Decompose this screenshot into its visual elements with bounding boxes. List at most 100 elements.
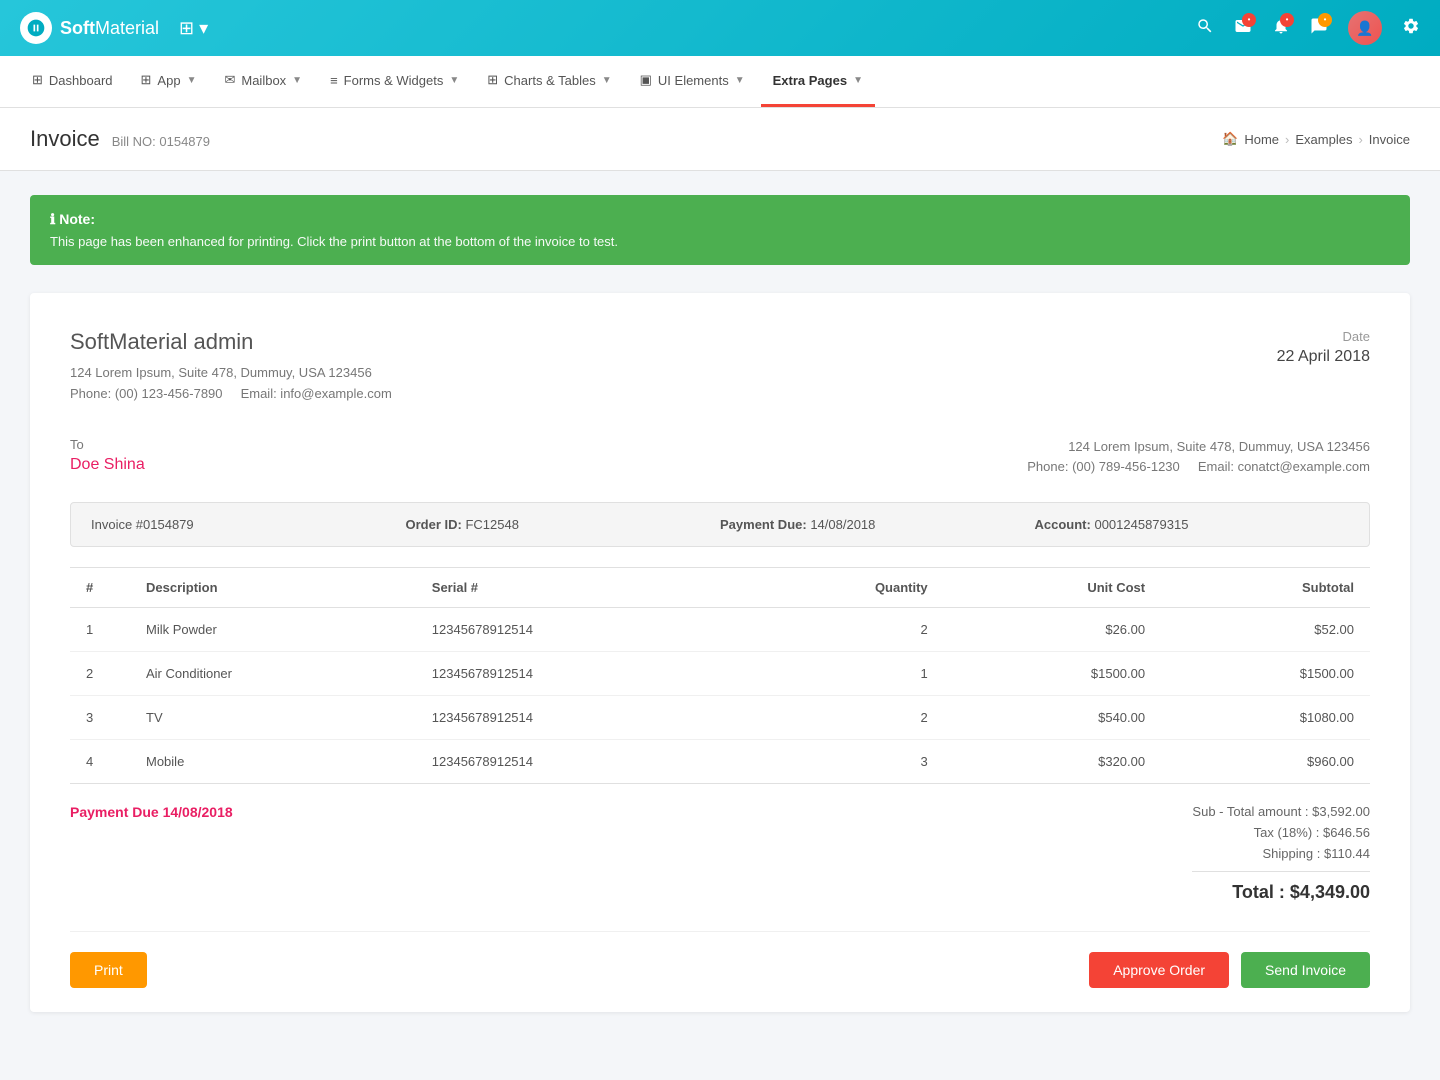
print-button[interactable]: Print <box>70 952 147 988</box>
shipping-label: Shipping : <box>1263 846 1321 861</box>
company-address: 124 Lorem Ipsum, Suite 478, Dummuy, USA … <box>70 363 392 384</box>
nav-ui-elements[interactable]: ▣ UI Elements ▼ <box>628 56 757 107</box>
bell-badge: • <box>1280 13 1294 27</box>
dashboard-icon: ⊞ <box>32 72 43 88</box>
tax-value: $646.56 <box>1323 825 1370 840</box>
totals-section: Sub - Total amount : $3,592.00 Tax (18%)… <box>1192 804 1370 903</box>
nav-app[interactable]: ⊞ App ▼ <box>129 56 209 107</box>
page-content: ℹ Note: This page has been enhanced for … <box>0 171 1440 1036</box>
to-address-info: 124 Lorem Ipsum, Suite 478, Dummuy, USA … <box>1027 437 1370 479</box>
tax-row: Tax (18%) : $646.56 <box>1192 825 1370 840</box>
table-row: 3 TV 12345678912514 2 $540.00 $1080.00 <box>70 696 1370 740</box>
to-email: Email: conatct@example.com <box>1198 459 1370 474</box>
forms-dropdown-arrow: ▼ <box>449 75 459 86</box>
invoice-number-field: Invoice #0154879 <box>91 517 406 532</box>
breadcrumb-invoice: Invoice <box>1369 132 1410 147</box>
page-title: Invoice <box>30 126 100 152</box>
invoice-card: SoftMaterial admin 124 Lorem Ipsum, Suit… <box>30 293 1410 1012</box>
forms-icon: ≡ <box>330 73 338 88</box>
right-buttons: Approve Order Send Invoice <box>1089 952 1370 988</box>
nav-forms-widgets[interactable]: ≡ Forms & Widgets ▼ <box>318 56 471 107</box>
cell-qty: 2 <box>738 696 943 740</box>
menu-navigation: ⊞ Dashboard ⊞ App ▼ ✉ Mailbox ▼ ≡ Forms … <box>0 56 1440 108</box>
company-info: SoftMaterial admin 124 Lorem Ipsum, Suit… <box>70 329 392 405</box>
to-label: To <box>70 437 145 452</box>
total-label: Total : <box>1232 882 1285 902</box>
ui-icon: ▣ <box>640 72 652 88</box>
apps-grid-icon[interactable]: ⊞ ▾ <box>179 18 208 39</box>
app-icon: ⊞ <box>141 72 152 88</box>
top-navigation: SoftMaterial ⊞ ▾ • • • 👤 <box>0 0 1440 56</box>
notification-button[interactable]: • <box>1272 17 1290 40</box>
page-subtitle: Bill NO: 0154879 <box>112 134 210 149</box>
user-avatar[interactable]: 👤 <box>1348 11 1382 45</box>
breadcrumb-examples[interactable]: Examples <box>1295 132 1352 147</box>
cell-serial: 12345678912514 <box>416 608 739 652</box>
search-button[interactable] <box>1196 17 1214 40</box>
invoice-number-label: Invoice #0154879 <box>91 517 194 532</box>
cell-cost: $26.00 <box>944 608 1161 652</box>
nav-charts-tables[interactable]: ⊞ Charts & Tables ▼ <box>475 56 623 107</box>
tax-label: Tax (18%) : <box>1254 825 1320 840</box>
payment-due-label: Payment Due: 14/08/2018 <box>720 517 875 532</box>
cell-qty: 3 <box>738 740 943 784</box>
chat-badge: • <box>1318 13 1332 27</box>
col-serial-header: Serial # <box>416 568 739 608</box>
company-phone: Phone: (00) 123-456-7890 <box>70 386 223 401</box>
table-row: 1 Milk Powder 12345678912514 2 $26.00 $5… <box>70 608 1370 652</box>
breadcrumb: 🏠 Home › Examples › Invoice <box>1222 131 1410 147</box>
cell-qty: 1 <box>738 652 943 696</box>
cell-num: 4 <box>70 740 130 784</box>
invoice-info-bar: Invoice #0154879 Order ID: FC12548 Payme… <box>70 502 1370 547</box>
shipping-value: $110.44 <box>1324 846 1370 861</box>
order-id-field: Order ID: FC12548 <box>406 517 721 532</box>
page-title-area: Invoice Bill NO: 0154879 <box>30 126 210 152</box>
charts-icon: ⊞ <box>487 72 498 88</box>
cell-serial: 12345678912514 <box>416 696 739 740</box>
invoice-date-area: Date 22 April 2018 <box>1277 329 1370 405</box>
mailbox-dropdown-arrow: ▼ <box>292 75 302 86</box>
breadcrumb-home[interactable]: Home <box>1244 132 1279 147</box>
cell-num: 3 <box>70 696 130 740</box>
col-cost-header: Unit Cost <box>944 568 1161 608</box>
account-field: Account: 0001245879315 <box>1035 517 1350 532</box>
date-label: Date <box>1277 329 1370 344</box>
app-dropdown-arrow: ▼ <box>187 75 197 86</box>
table-row: 2 Air Conditioner 12345678912514 1 $1500… <box>70 652 1370 696</box>
to-section: To Doe Shina 124 Lorem Ipsum, Suite 478,… <box>70 437 1370 479</box>
subtotal-value: $3,592.00 <box>1312 804 1370 819</box>
cell-desc: Air Conditioner <box>130 652 416 696</box>
nav-mailbox[interactable]: ✉ Mailbox ▼ <box>212 56 314 107</box>
to-phone: Phone: (00) 789-456-1230 <box>1027 459 1180 474</box>
nav-dashboard[interactable]: ⊞ Dashboard <box>20 56 125 107</box>
approve-order-button[interactable]: Approve Order <box>1089 952 1229 988</box>
col-num-header: # <box>70 568 130 608</box>
company-name: SoftMaterial admin <box>70 329 392 355</box>
cell-subtotal: $1080.00 <box>1161 696 1370 740</box>
date-value: 22 April 2018 <box>1277 348 1370 366</box>
payment-due-field: Payment Due: 14/08/2018 <box>720 517 1035 532</box>
payment-due-section: Payment Due 14/08/2018 <box>70 804 233 820</box>
to-info: To Doe Shina <box>70 437 145 479</box>
to-address-line: 124 Lorem Ipsum, Suite 478, Dummuy, USA … <box>1027 437 1370 458</box>
settings-button[interactable] <box>1402 17 1420 40</box>
company-contact: Phone: (00) 123-456-7890 Email: info@exa… <box>70 384 392 405</box>
note-title: ℹ Note: <box>50 211 1390 228</box>
cell-cost: $540.00 <box>944 696 1161 740</box>
cell-num: 1 <box>70 608 130 652</box>
extra-dropdown-arrow: ▼ <box>853 75 863 86</box>
cell-desc: Milk Powder <box>130 608 416 652</box>
to-name: Doe Shina <box>70 456 145 474</box>
mail-button[interactable]: • <box>1234 17 1252 40</box>
shipping-row: Shipping : $110.44 <box>1192 846 1370 861</box>
chat-button[interactable]: • <box>1310 17 1328 40</box>
brand-logo-icon <box>20 12 52 44</box>
send-invoice-button[interactable]: Send Invoice <box>1241 952 1370 988</box>
cell-subtotal: $1500.00 <box>1161 652 1370 696</box>
order-id-label: Order ID: FC12548 <box>406 517 519 532</box>
mail-badge: • <box>1242 13 1256 27</box>
breadcrumb-home-icon: 🏠 <box>1222 131 1238 147</box>
cell-cost: $1500.00 <box>944 652 1161 696</box>
nav-extra-pages[interactable]: Extra Pages ▼ <box>761 56 875 107</box>
cell-qty: 2 <box>738 608 943 652</box>
